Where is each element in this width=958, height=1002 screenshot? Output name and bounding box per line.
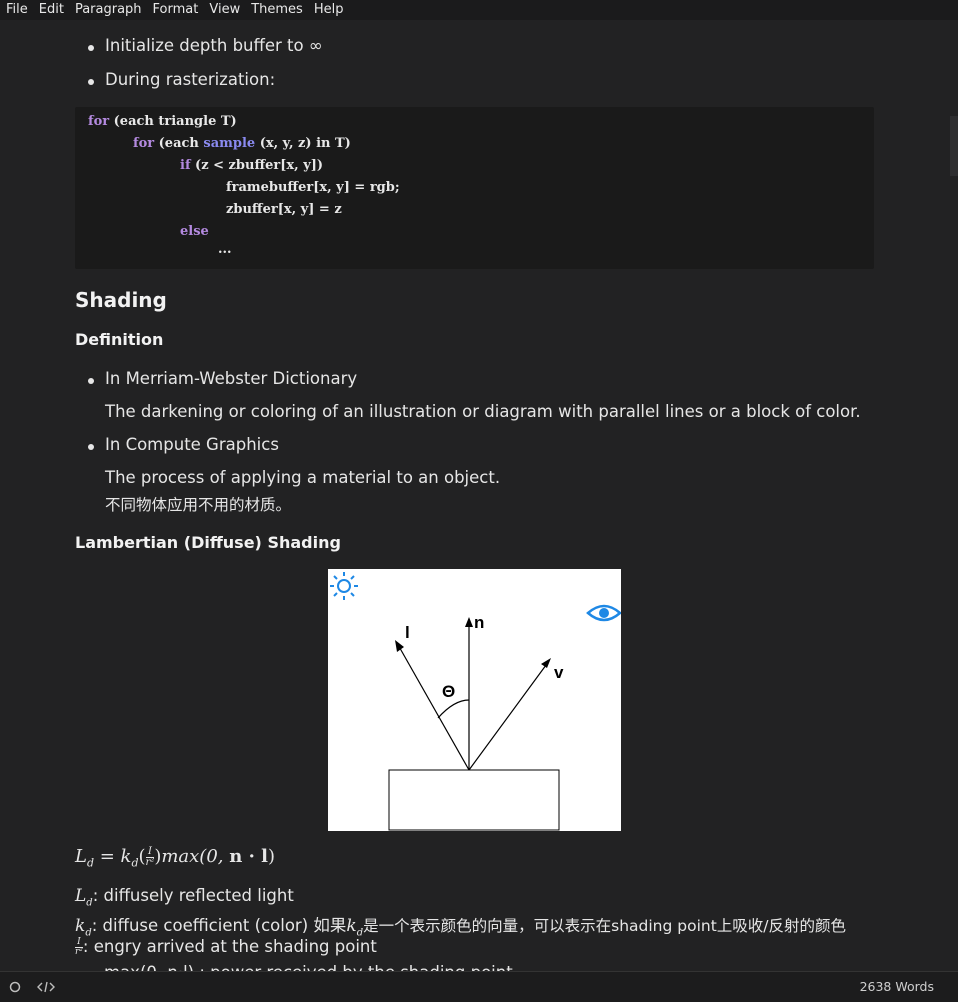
- code-text: (x, y, z) in T): [255, 136, 351, 151]
- heading-lambertian: Lambertian (Diffuse) Shading: [75, 533, 341, 552]
- heading-definition: Definition: [75, 330, 164, 349]
- heading-shading: Shading: [75, 288, 167, 312]
- code-text: ...: [218, 242, 232, 257]
- code-text: framebuffer[x, y] = rgb;: [226, 180, 400, 195]
- angle-arc: [437, 699, 470, 719]
- formula: Ld = kd(Ir²)max(0, n · l): [75, 845, 275, 870]
- code-text: (each: [154, 136, 204, 151]
- editor-content[interactable]: Initialize depth buffer to ∞ During rast…: [0, 20, 958, 971]
- formula-ld: L: [75, 846, 87, 867]
- status-bar: 2638 Words: [0, 971, 958, 1002]
- outline-toggle-icon[interactable]: [6, 972, 24, 1002]
- sun-icon: [330, 572, 358, 600]
- light-vector: [396, 642, 470, 771]
- label-n: n: [474, 613, 484, 632]
- code-text: zbuffer[x, y] = z: [226, 202, 342, 217]
- source-code-mode-icon[interactable]: [35, 972, 57, 1002]
- shading-diagram: l n v Θ: [328, 569, 622, 831]
- menu-bar: File Edit Paragraph Format View Themes H…: [0, 0, 958, 20]
- list-item: In Compute Graphics: [88, 435, 279, 454]
- menu-format[interactable]: Format: [147, 0, 204, 20]
- menu-themes[interactable]: Themes: [245, 0, 308, 20]
- paragraph: The darkening or coloring of an illustra…: [105, 402, 861, 421]
- code-text: (each triangle T): [109, 114, 237, 129]
- code-block[interactable]: for (each triangle T) for (each sample (…: [75, 107, 874, 269]
- description-line: Ir²: engry arrived at the shading point: [75, 937, 377, 957]
- menu-file[interactable]: File: [0, 0, 33, 20]
- scrollbar-thumb[interactable]: [950, 116, 958, 176]
- label-l: l: [405, 623, 410, 642]
- code-keyword: for: [133, 136, 155, 151]
- code-keyword: if: [180, 158, 191, 173]
- code-keyword: else: [180, 224, 209, 239]
- description-line: Ld: diffusely reflected light: [75, 886, 294, 909]
- menu-paragraph[interactable]: Paragraph: [69, 0, 147, 20]
- description-line: max(0, n·l) : power received by the shad…: [104, 963, 513, 971]
- code-keyword: for: [88, 114, 110, 129]
- paragraph: The process of applying a material to an…: [105, 468, 501, 487]
- menu-view[interactable]: View: [203, 0, 245, 20]
- list-item: During rasterization:: [87, 70, 276, 89]
- surface-box: [388, 769, 560, 831]
- list-item: In Merriam-Webster Dictionary: [87, 369, 358, 388]
- label-theta: Θ: [442, 682, 455, 701]
- description-line: kd: diffuse coefficient (color) 如果kd是一个表…: [75, 916, 847, 939]
- code-keyword: sample: [203, 136, 256, 151]
- paragraph: 不同物体应用不用的材质。: [105, 496, 292, 514]
- eye-icon: [586, 604, 622, 622]
- menu-help[interactable]: Help: [308, 0, 349, 20]
- menu-edit[interactable]: Edit: [33, 0, 69, 20]
- view-vector: [468, 660, 550, 771]
- list-item: Initialize depth buffer to ∞: [88, 36, 323, 55]
- word-count[interactable]: 2638 Words: [860, 972, 934, 1002]
- code-text: (z < zbuffer[x, y]): [190, 158, 324, 173]
- label-v: v: [554, 663, 564, 682]
